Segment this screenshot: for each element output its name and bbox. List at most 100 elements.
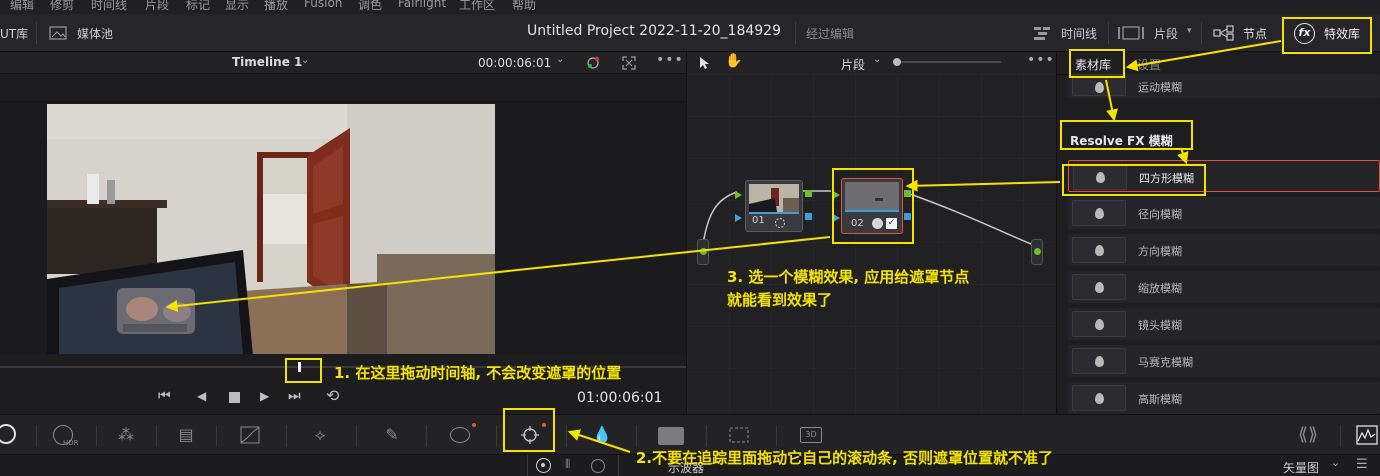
settings-sliders-icon[interactable]: ☰ [1356, 457, 1368, 472]
divider [496, 425, 497, 447]
power-window-icon[interactable] [450, 427, 470, 443]
effect-item[interactable]: 马赛克模糊 [1068, 345, 1380, 377]
menu-help[interactable]: 帮助 [512, 0, 536, 13]
input-terminal[interactable] [697, 239, 709, 265]
divider [216, 425, 217, 447]
color-wheels-icon[interactable] [0, 424, 16, 444]
jump-to-start-icon[interactable]: ⏮ [158, 388, 171, 404]
clips-button[interactable]: 片段 [1154, 25, 1178, 42]
menu-color[interactable]: 调色 [358, 0, 382, 13]
chevron-down-icon[interactable]: ▾ [1187, 26, 1192, 36]
vectorscope-dropdown[interactable]: 矢量图 [1283, 459, 1319, 476]
divider [618, 455, 619, 476]
viewer-strip [0, 74, 686, 102]
node-mode[interactable]: 片段 [841, 56, 865, 73]
log-wheels-icon[interactable] [591, 459, 605, 473]
clips-icon [1118, 26, 1144, 40]
fullscreen-icon[interactable] [622, 56, 636, 70]
loop-icon[interactable]: ⟲ [326, 386, 339, 405]
annotation-box-library [1069, 49, 1125, 78]
hand-icon[interactable]: ✋ [725, 53, 742, 69]
node-key-output-port[interactable] [805, 213, 812, 220]
effect-label: 径向模糊 [1138, 208, 1182, 221]
node-output-port[interactable] [805, 190, 812, 197]
timeline-name[interactable]: Timeline 1 [232, 55, 302, 69]
node-01[interactable]: 01 [745, 180, 803, 232]
node-editor-header: ✋ 片段 ⌄ ••• [686, 52, 1056, 74]
menu-timeline[interactable]: 时间线 [91, 0, 127, 13]
divider [1108, 22, 1109, 44]
video-frame[interactable] [47, 104, 495, 356]
divider [636, 425, 637, 447]
annotation-step-3-line2: 就能看到效果了 [727, 291, 833, 309]
curves-icon[interactable] [240, 426, 260, 444]
qualifier-icon[interactable]: ✎ [380, 423, 404, 447]
chevron-down-icon[interactable]: ⌄ [873, 54, 881, 65]
divider [36, 22, 37, 44]
effect-thumbnail [1072, 200, 1126, 226]
annotation-box-effects [1282, 17, 1372, 54]
effect-thumbnail [1072, 237, 1126, 263]
keyframes-icon[interactable]: ⟪⟫ [1296, 423, 1320, 447]
viewer-timecode-bottom: 01:00:06:01 [577, 390, 663, 406]
menu-view[interactable]: 显示 [225, 0, 249, 13]
effect-thumbnail [1072, 274, 1126, 300]
motion-effects-icon[interactable]: ▤ [174, 423, 198, 447]
lut-library-button[interactable]: UT库 [0, 25, 28, 42]
more-options-icon[interactable]: ••• [1027, 52, 1055, 68]
circle-mask-icon [775, 218, 785, 228]
key-icon[interactable] [728, 426, 750, 444]
menu-edit[interactable]: 编辑 [10, 0, 34, 13]
play-icon[interactable]: ▶ [260, 389, 269, 403]
media-pool-button[interactable]: 媒体池 [77, 25, 113, 42]
color-wheels-icon[interactable] [536, 458, 551, 473]
nodes-button[interactable]: 节点 [1243, 25, 1267, 42]
tab-settings[interactable]: 设置 [1137, 56, 1161, 73]
effect-label: 缩放模糊 [1138, 282, 1182, 295]
output-terminal[interactable] [1031, 239, 1043, 265]
scopes-icon[interactable] [1356, 425, 1378, 445]
annotation-step-1: 1. 在这里拖动时间轴, 不会改变遮罩的位置 [334, 364, 622, 382]
bars-icon[interactable]: ⦀ [565, 457, 570, 472]
more-options-icon[interactable]: ••• [656, 52, 684, 68]
effect-item[interactable]: 径向模糊 [1068, 197, 1380, 229]
timeline-button[interactable]: 时间线 [1061, 25, 1097, 42]
divider [1201, 22, 1202, 44]
chevron-down-icon[interactable]: ⌄ [1331, 456, 1340, 469]
divider [96, 425, 97, 447]
stop-icon[interactable] [229, 392, 240, 403]
pointer-icon[interactable] [699, 56, 711, 70]
media-pool-icon [49, 26, 67, 40]
menu-workspace[interactable]: 工作区 [459, 0, 495, 13]
annotation-box-playhead [285, 358, 322, 383]
sizing-3d-icon[interactable]: 3D [800, 427, 822, 443]
menu-mark[interactable]: 标记 [186, 0, 210, 13]
chevron-down-icon[interactable]: ⌄ [556, 54, 564, 65]
effect-item[interactable]: 方向模糊 [1068, 234, 1380, 266]
menu-clip[interactable]: 片段 [145, 0, 169, 13]
zoom-slider[interactable] [901, 61, 1001, 63]
title-bar: UT库 媒体池 Untitled Project 2022-11-20_1849… [0, 14, 1380, 52]
color-picker-icon[interactable] [585, 55, 601, 71]
blur-icon[interactable] [658, 427, 684, 445]
menu-playback[interactable]: 播放 [264, 0, 288, 13]
viewer-timecode: 00:00:06:01 [478, 56, 552, 70]
play-reverse-icon[interactable]: ◀ [197, 389, 206, 403]
rgb-mixer-icon[interactable]: ⁂ [114, 423, 138, 447]
menu-fairlight[interactable]: Fairlight [398, 0, 446, 10]
jump-to-end-icon[interactable]: ⏭ [288, 388, 301, 404]
menu-trim[interactable]: 修剪 [50, 0, 74, 13]
divider [776, 425, 777, 447]
effect-item[interactable]: 缩放模糊 [1068, 271, 1380, 303]
effect-item[interactable]: 镜头模糊 [1068, 308, 1380, 340]
menu-fusion[interactable]: Fusion [304, 0, 342, 10]
effect-label: 运动模糊 [1138, 81, 1182, 94]
wheel-dot [541, 463, 545, 467]
effect-item[interactable]: 高斯模糊 [1068, 382, 1380, 414]
magic-mask-icon[interactable]: 💧 [590, 423, 614, 447]
color-warper-icon[interactable]: ⟡ [308, 423, 332, 447]
divider [795, 22, 796, 44]
chevron-down-icon[interactable]: ⌄ [301, 55, 309, 66]
output-port [1034, 248, 1041, 255]
zoom-slider-knob[interactable] [893, 58, 901, 66]
